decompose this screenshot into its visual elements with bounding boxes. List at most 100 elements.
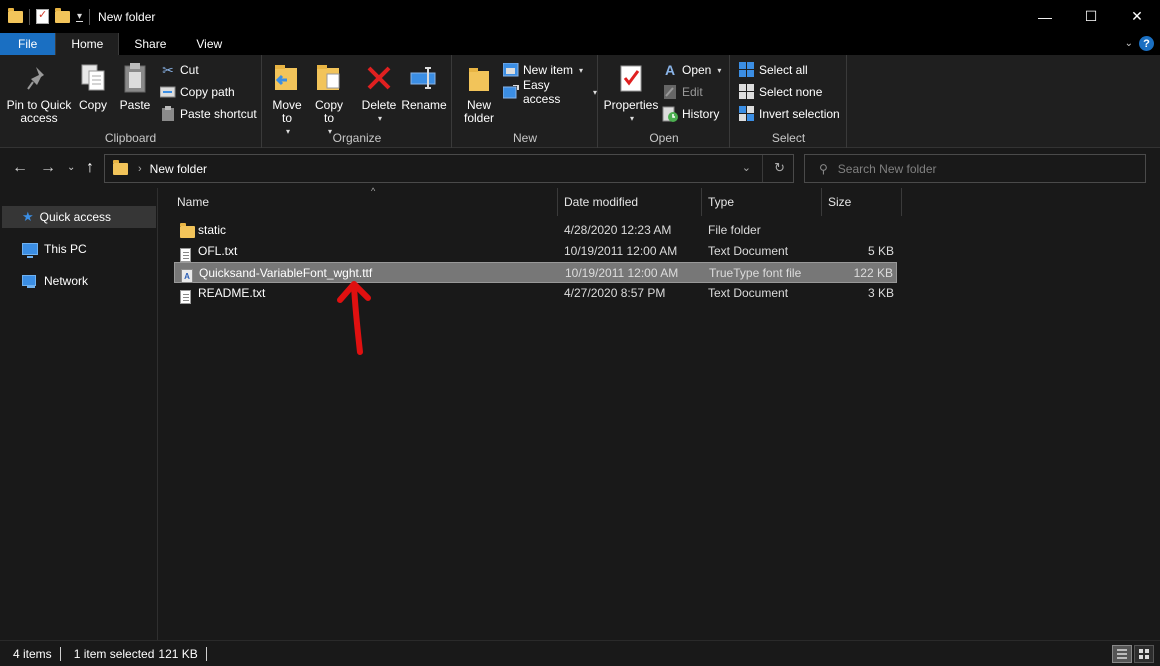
history-button[interactable]: History [662, 104, 719, 124]
new-group-label: New [512, 131, 537, 145]
address-history-chevron-icon[interactable]: ⌄ [742, 161, 751, 174]
scissors-icon: ✂ [162, 61, 174, 78]
file-row-readme[interactable]: README.txt 4/27/2020 8:57 PM Text Docume… [174, 283, 897, 304]
new-folder-icon[interactable] [55, 7, 70, 23]
select-all-icon [739, 62, 755, 78]
organize-group-label: Organize [332, 131, 382, 145]
folder-icon [8, 7, 23, 23]
new-folder-label: New folder [463, 98, 495, 125]
move-to-button[interactable]: Move to ▾ [269, 61, 305, 138]
expand-ribbon-chevron-icon[interactable]: ⌄ [1125, 38, 1133, 49]
organize-group: Move to ▾ Copy to ▾ Delete ▾ Rename Orga… [263, 55, 452, 148]
rename-icon [408, 61, 440, 95]
dropdown-chevron-icon: ▾ [592, 87, 597, 97]
address-divider [762, 155, 763, 182]
new-folder-button[interactable]: New folder [459, 61, 499, 125]
recent-locations-chevron-icon[interactable]: ⌄ [67, 162, 75, 173]
nav-item-this-pc[interactable]: This PC [2, 238, 156, 260]
pin-to-quick-access-button[interactable]: Pin to Quick access [6, 61, 72, 125]
tab-view[interactable]: View [181, 33, 237, 55]
rename-button[interactable]: Rename [401, 61, 447, 112]
new-folder-icon [463, 61, 495, 95]
title-bar: ▾ New folder — ☐ ✕ [0, 0, 1160, 33]
window-title: New folder [98, 9, 156, 24]
paste-shortcut-icon [160, 106, 176, 122]
column-header-name[interactable]: Name ^ [171, 186, 558, 216]
select-group: Select all Select none Invert selection … [731, 55, 847, 148]
cut-button[interactable]: ✂ Cut [160, 60, 199, 80]
file-type: File folder [708, 223, 761, 237]
copy-to-button[interactable]: Copy to ▾ [311, 61, 347, 138]
file-date: 10/19/2011 12:00 AM [565, 266, 679, 280]
paste-shortcut-button[interactable]: Paste shortcut [160, 104, 257, 124]
column-header-label: Name [177, 195, 210, 209]
search-input[interactable] [837, 161, 1118, 176]
select-group-label: Select [771, 131, 806, 145]
properties-label: Properties [603, 98, 659, 112]
open-button[interactable]: A Open ▾ [662, 60, 721, 80]
maximize-button[interactable]: ☐ [1068, 0, 1114, 33]
search-box[interactable]: ⚲ [804, 154, 1146, 183]
copy-icon [77, 61, 109, 95]
tab-share[interactable]: Share [119, 33, 181, 55]
computer-icon [22, 243, 38, 258]
edit-label: Edit [682, 85, 703, 99]
customize-toolbar-chevron-icon[interactable]: ▾ [76, 11, 84, 22]
file-name: Quicksand-VariableFont_wght.ttf [199, 266, 373, 280]
properties-icon[interactable] [36, 8, 49, 24]
history-icon [662, 106, 678, 122]
delete-button[interactable]: Delete ▾ [359, 61, 399, 125]
file-row-ofl[interactable]: OFL.txt 10/19/2011 12:00 AM Text Documen… [174, 241, 897, 262]
select-all-button[interactable]: Select all [739, 60, 808, 80]
column-header-label: Date modified [564, 195, 639, 209]
folder-icon [180, 223, 195, 238]
nav-item-quick-access[interactable]: ★ Quick access [2, 206, 156, 228]
copy-path-button[interactable]: Copy path [160, 82, 235, 102]
easy-access-icon [503, 84, 519, 100]
file-row-quicksand[interactable]: A Quicksand-VariableFont_wght.ttf 10/19/… [174, 262, 897, 283]
file-name: README.txt [198, 286, 266, 300]
minimize-button[interactable]: — [1022, 0, 1068, 33]
breadcrumb-chevron-icon[interactable]: › [138, 163, 142, 175]
nav-item-network[interactable]: Network [2, 270, 156, 292]
paste-button[interactable]: Paste [117, 61, 153, 112]
status-bar: 4 items 1 item selected 121 KB [0, 640, 1160, 666]
new-item-icon [503, 62, 519, 78]
up-arrow-icon[interactable]: ↑ [86, 159, 94, 177]
invert-selection-button[interactable]: Invert selection [739, 104, 840, 124]
easy-access-button[interactable]: Easy access ▾ [503, 78, 597, 106]
nav-item-label: Network [44, 274, 89, 288]
file-size: 3 KB [867, 286, 894, 300]
text-file-icon [180, 289, 191, 304]
star-icon: ★ [22, 209, 34, 224]
properties-button[interactable]: Properties ▾ [603, 61, 659, 125]
address-bar[interactable]: › New folder ⌄ ↻ [104, 154, 794, 183]
file-row-static[interactable]: static 4/28/2020 12:23 AM File folder [174, 220, 897, 241]
column-header-label: Type [708, 195, 735, 209]
invert-selection-icon [739, 106, 755, 122]
back-arrow-icon[interactable]: ← [12, 159, 28, 177]
copy-label: Copy [78, 98, 107, 112]
column-header-size[interactable]: Size [822, 188, 902, 216]
selection-count: 1 item selected [73, 646, 155, 661]
close-button[interactable]: ✕ [1114, 0, 1160, 33]
copy-path-label: Copy path [180, 85, 235, 99]
edit-button[interactable]: Edit [662, 82, 703, 102]
file-size: 122 KB [853, 266, 893, 280]
forward-arrow-icon[interactable]: → [40, 159, 56, 177]
large-icons-view-icon[interactable] [1134, 645, 1154, 663]
refresh-icon[interactable]: ↻ [774, 160, 785, 176]
copy-button[interactable]: Copy [76, 61, 110, 112]
breadcrumb-current[interactable]: New folder [150, 162, 207, 176]
tab-home[interactable]: Home [55, 33, 120, 55]
help-icon[interactable]: ? [1139, 36, 1154, 51]
dropdown-chevron-icon: ▾ [717, 65, 722, 75]
column-header-date[interactable]: Date modified [558, 188, 702, 216]
tab-file[interactable]: File [0, 33, 56, 55]
column-header-type[interactable]: Type [702, 188, 822, 216]
new-item-button[interactable]: New item ▾ [503, 60, 583, 80]
file-size: 5 KB [867, 244, 894, 258]
select-none-button[interactable]: Select none [739, 82, 822, 102]
ribbon: Pin to Quick access Copy Paste ✂ Cut Cop… [0, 55, 1160, 148]
details-view-icon[interactable] [1112, 645, 1132, 663]
